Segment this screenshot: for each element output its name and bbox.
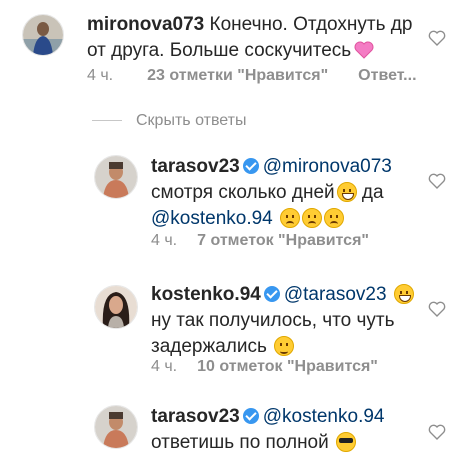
comment-meta: 4 ч. 10 отметок "Нравится" [151, 358, 378, 376]
comment-line: Конечно. Отдохнуть др [209, 14, 413, 35]
username[interactable]: kostenko.94 [151, 284, 261, 305]
comment-text: kostenko.94 @tarasov23 ну так получилось,… [151, 282, 414, 360]
avatar[interactable] [94, 285, 138, 329]
frowning-face-icon [324, 208, 345, 228]
comment-meta: 4 ч. 7 отметок "Нравится" [151, 232, 369, 250]
avatar[interactable] [94, 405, 138, 449]
username[interactable]: tarasov23 [151, 406, 240, 427]
mention-link[interactable]: @kostenko.94 [151, 208, 273, 229]
sunglasses-face-icon [336, 432, 357, 452]
avatar[interactable] [22, 14, 64, 56]
comment-line: ну так получилось, что чуть [151, 310, 395, 331]
comment-line: от друга. Больше соскучитесь [87, 40, 352, 61]
laughing-face-icon [393, 284, 414, 304]
mention-link[interactable]: @tarasov23 [284, 284, 387, 305]
frowning-face-icon [280, 208, 301, 228]
likes-count[interactable]: 7 отметок "Нравится" [197, 232, 369, 249]
mention-link[interactable]: @mironova073 [263, 156, 392, 177]
comment-line: смотря сколько дней [151, 182, 335, 203]
mention-link[interactable]: @kostenko.94 [263, 406, 385, 427]
comment-line: да [361, 182, 384, 203]
verified-badge-icon [242, 158, 259, 174]
comment-text: tarasov23 @mironova073 смотря сколько дне… [151, 154, 392, 232]
avatar[interactable] [94, 155, 138, 199]
timestamp: 4 ч. [87, 67, 114, 84]
grinning-face-icon [336, 182, 357, 202]
frowning-face-icon [302, 208, 323, 228]
verified-badge-icon [242, 408, 259, 424]
like-heart-icon[interactable] [428, 301, 446, 317]
likes-count[interactable]: 23 отметки "Нравится" [147, 67, 328, 84]
like-heart-icon[interactable] [428, 173, 446, 189]
timestamp: 4 ч. [151, 358, 178, 375]
username[interactable]: tarasov23 [151, 156, 240, 177]
hide-replies-button[interactable]: Скрыть ответы [92, 112, 246, 130]
username[interactable]: mironova073 [87, 14, 204, 35]
like-heart-icon[interactable] [428, 30, 446, 46]
comment-text: tarasov23 @kostenko.94 ответишь по полной [151, 404, 384, 456]
verified-badge-icon [263, 286, 280, 302]
hide-replies-label: Скрыть ответы [136, 112, 247, 129]
face-tongue-icon [274, 336, 295, 356]
reply-button[interactable]: Ответ... [358, 67, 416, 84]
sparkling-heart-icon [353, 40, 375, 60]
comment-meta: 4 ч. 23 отметки "Нравится" Ответ... [87, 67, 417, 85]
divider [92, 120, 122, 122]
comment-line: ответишь по полной [151, 432, 329, 453]
timestamp: 4 ч. [151, 232, 178, 249]
likes-count[interactable]: 10 отметок "Нравится" [197, 358, 378, 375]
comment-line: задержались [151, 336, 267, 357]
like-heart-icon[interactable] [428, 424, 446, 440]
comment-text: mironova073 Конечно. Отдохнуть др от дру… [87, 12, 412, 64]
